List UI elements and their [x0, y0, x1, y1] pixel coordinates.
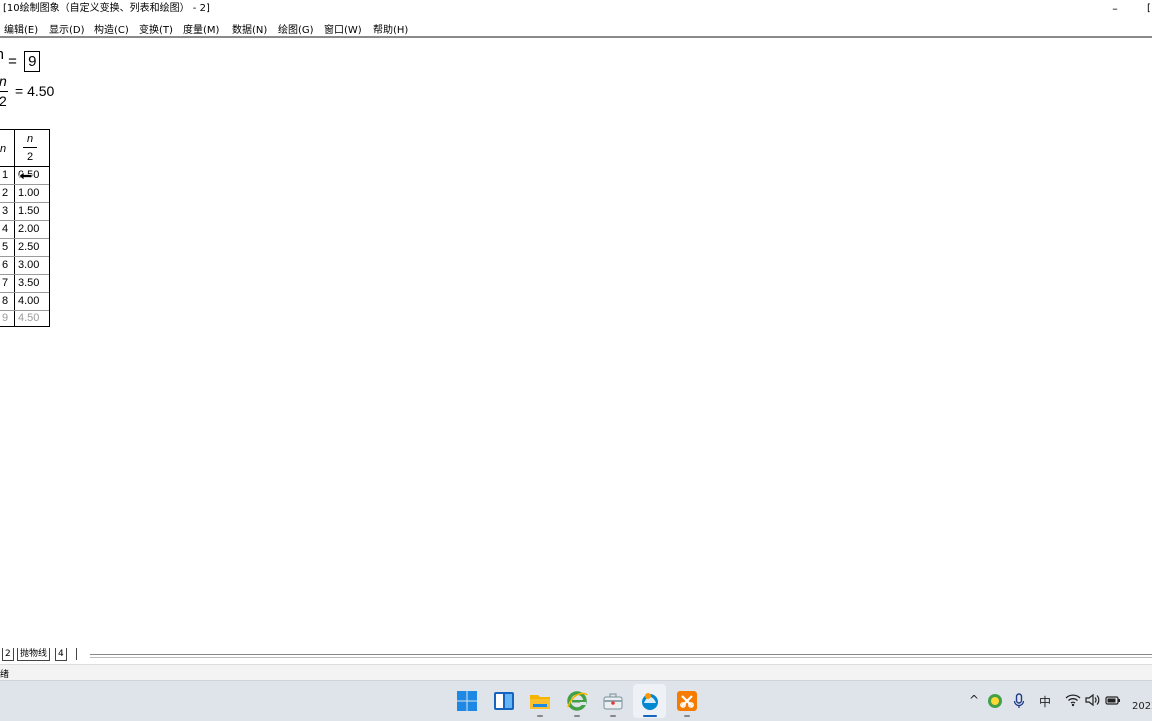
- taskbar: ^ 中 2022: [0, 680, 1152, 721]
- row-n: 8: [1, 295, 9, 307]
- table-header: n n 2: [0, 130, 49, 167]
- fraction-numerator: n: [0, 73, 7, 89]
- tray-chevron-icon[interactable]: ^: [969, 693, 979, 707]
- menu-data[interactable]: 数据(N): [232, 21, 267, 36]
- table-header-numerator: n: [27, 133, 34, 145]
- status-text: 绪: [0, 670, 10, 680]
- parameter-n[interactable]: n = 9: [0, 44, 41, 72]
- clock-date[interactable]: 2022: [1132, 701, 1152, 712]
- running-indicator: [537, 715, 543, 717]
- toolbox-icon[interactable]: [601, 689, 625, 713]
- running-indicator: [610, 715, 616, 717]
- active-indicator: [643, 715, 657, 717]
- battery-icon[interactable]: [1105, 693, 1121, 707]
- table-header-n: n: [0, 143, 7, 155]
- table-header-denominator: 2: [27, 151, 34, 163]
- window-edge-glyph: [: [1147, 3, 1151, 14]
- menu-transform[interactable]: 变换(T): [139, 21, 173, 36]
- table-row: 5 2.50: [0, 239, 49, 257]
- page-tab-4[interactable]: 4: [55, 648, 67, 661]
- status-bar: 绪: [0, 664, 1152, 681]
- calculation-result[interactable]: = 4.50: [15, 83, 54, 99]
- microphone-icon[interactable]: [1013, 693, 1025, 709]
- fraction-denominator: 2: [0, 93, 7, 109]
- menu-window[interactable]: 窗口(W): [324, 21, 362, 36]
- parameter-value-box[interactable]: 9: [24, 51, 41, 72]
- widgets-icon[interactable]: [492, 689, 516, 713]
- file-explorer-icon[interactable]: [528, 689, 552, 713]
- title-bar: [10绘制图象（自定义变换、列表和绘图） - 2] – [: [0, 0, 1152, 18]
- menu-construct[interactable]: 构造(C): [94, 21, 129, 36]
- row-value: 2.50: [18, 241, 40, 253]
- minimize-button[interactable]: –: [1108, 0, 1122, 18]
- row-value: 3.00: [18, 259, 40, 271]
- sketch-canvas[interactable]: [0, 38, 1152, 646]
- table-row: 8 4.00: [0, 293, 49, 311]
- menu-bar: 编辑(E) 显示(D) 构造(C) 变换(T) 度量(M) 数据(N) 绘图(G…: [0, 18, 1152, 38]
- table-row: 6 3.00: [0, 257, 49, 275]
- arrow-cursor-icon: [18, 171, 33, 181]
- running-indicator: [574, 715, 580, 717]
- menu-edit[interactable]: 编辑(E): [4, 21, 38, 36]
- menu-display[interactable]: 显示(D): [49, 21, 85, 36]
- window-title: [10绘制图象（自定义变换、列表和绘图） - 2]: [3, 3, 210, 14]
- sketchpad-icon[interactable]: [638, 689, 662, 713]
- tab-separator: [73, 648, 77, 660]
- row-n: 4: [1, 223, 9, 235]
- page-tab-parabola[interactable]: 抛物线: [17, 648, 51, 661]
- table-row: 9 4.50: [0, 310, 49, 327]
- table-row: 7 3.50: [0, 275, 49, 293]
- horizontal-scrollbar[interactable]: [90, 654, 1152, 658]
- start-icon[interactable]: [455, 689, 479, 713]
- page-tab-bar: 2 抛物线 4: [0, 646, 1152, 664]
- menu-graph[interactable]: 绘图(G): [278, 21, 314, 36]
- menu-measure[interactable]: 度量(M): [183, 21, 219, 36]
- ime-indicator[interactable]: 中: [1039, 693, 1051, 710]
- page-tab-2[interactable]: 2: [2, 648, 14, 661]
- row-value: 4.00: [18, 295, 40, 307]
- table-row: 3 1.50: [0, 203, 49, 221]
- table-row: 4 2.00: [0, 221, 49, 239]
- row-n: 7: [1, 277, 9, 289]
- ie-browser-icon[interactable]: [565, 689, 589, 713]
- row-value: 1.00: [18, 187, 40, 199]
- parameter-name: n: [0, 44, 4, 66]
- row-n: 2: [1, 187, 9, 199]
- table-header-fraction-bar: [23, 147, 37, 148]
- row-value: 4.50: [18, 312, 40, 324]
- table-row: 2 1.00: [0, 185, 49, 203]
- row-n: 9: [1, 312, 9, 324]
- parameter-equals: =: [8, 53, 17, 70]
- row-value: 2.00: [18, 223, 40, 235]
- menu-help[interactable]: 帮助(H): [373, 21, 408, 36]
- row-n: 1: [1, 169, 9, 181]
- row-n: 6: [1, 259, 9, 271]
- row-n: 3: [1, 205, 9, 217]
- row-n: 5: [1, 241, 9, 253]
- running-indicator: [684, 715, 690, 717]
- row-value: 1.50: [18, 205, 40, 217]
- sync-status-icon[interactable]: [987, 693, 1003, 709]
- orange-app-icon[interactable]: [675, 689, 699, 713]
- fraction-bar: [0, 91, 8, 92]
- volume-icon[interactable]: [1085, 693, 1101, 707]
- values-table[interactable]: n n 2 10.50 21.00 31.50 42.00 52.50 63.0…: [0, 129, 50, 327]
- row-value: 3.50: [18, 277, 40, 289]
- wifi-icon[interactable]: [1065, 693, 1081, 707]
